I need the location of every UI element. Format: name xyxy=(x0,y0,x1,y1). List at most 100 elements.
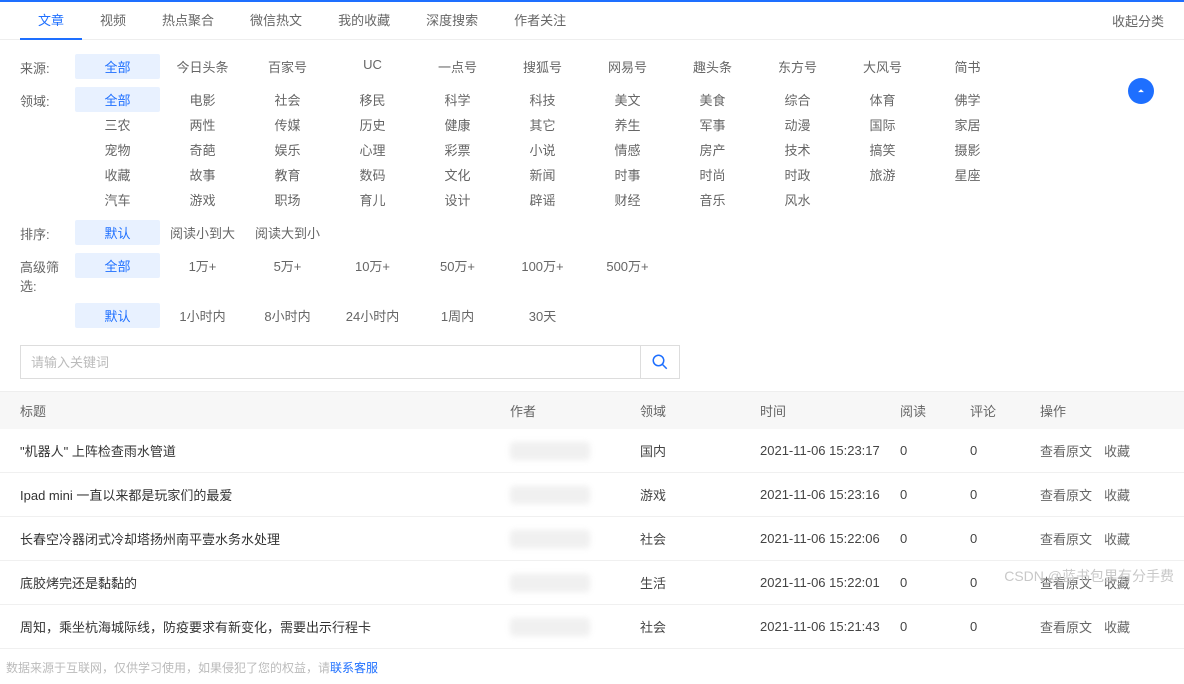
adv-read-opt-1[interactable]: 5万+ xyxy=(245,253,330,278)
domain-opt-12[interactable]: 传媒 xyxy=(245,112,330,137)
tab-2[interactable]: 热点聚合 xyxy=(144,2,232,40)
adv-read-opt-5[interactable]: 500万+ xyxy=(585,253,670,278)
domain-opt-22[interactable]: 奇葩 xyxy=(160,137,245,162)
domain-opt-7[interactable]: 综合 xyxy=(755,87,840,112)
source-opt-1[interactable]: 百家号 xyxy=(245,54,330,79)
adv-read-opt-2[interactable]: 10万+ xyxy=(330,253,415,278)
sort-opt-default[interactable]: 默认 xyxy=(75,220,160,245)
source-opt-9[interactable]: 简书 xyxy=(925,54,1010,79)
search-input[interactable] xyxy=(20,345,640,379)
domain-opt-1[interactable]: 社会 xyxy=(245,87,330,112)
domain-opt-9[interactable]: 佛学 xyxy=(925,87,1010,112)
favorite-link[interactable]: 收藏 xyxy=(1104,488,1130,503)
domain-opt-4[interactable]: 科技 xyxy=(500,87,585,112)
source-opt-4[interactable]: 搜狐号 xyxy=(500,54,585,79)
domain-opt-36[interactable]: 文化 xyxy=(415,162,500,187)
domain-opt-51[interactable]: 风水 xyxy=(755,187,840,212)
domain-opt-46[interactable]: 育儿 xyxy=(330,187,415,212)
domain-opt-5[interactable]: 美文 xyxy=(585,87,670,112)
domain-opt-all[interactable]: 全部 xyxy=(75,87,160,112)
domain-opt-45[interactable]: 职场 xyxy=(245,187,330,212)
adv-read-opt-0[interactable]: 1万+ xyxy=(160,253,245,278)
domain-opt-2[interactable]: 移民 xyxy=(330,87,415,112)
adv-time-default[interactable]: 默认 xyxy=(75,303,160,328)
domain-opt-6[interactable]: 美食 xyxy=(670,87,755,112)
adv-opt-all[interactable]: 全部 xyxy=(75,253,160,278)
domain-opt-39[interactable]: 时尚 xyxy=(670,162,755,187)
domain-opt-41[interactable]: 旅游 xyxy=(840,162,925,187)
domain-opt-50[interactable]: 音乐 xyxy=(670,187,755,212)
domain-opt-37[interactable]: 新闻 xyxy=(500,162,585,187)
domain-opt-13[interactable]: 历史 xyxy=(330,112,415,137)
view-original-link[interactable]: 查看原文 xyxy=(1040,444,1092,459)
domain-opt-15[interactable]: 其它 xyxy=(500,112,585,137)
tab-6[interactable]: 作者关注 xyxy=(496,2,584,40)
domain-opt-26[interactable]: 小说 xyxy=(500,137,585,162)
view-original-link[interactable]: 查看原文 xyxy=(1040,532,1092,547)
domain-opt-14[interactable]: 健康 xyxy=(415,112,500,137)
contact-link[interactable]: 联系客服 xyxy=(330,659,378,676)
source-opt-all[interactable]: 全部 xyxy=(75,54,160,79)
source-opt-8[interactable]: 大风号 xyxy=(840,54,925,79)
source-opt-3[interactable]: 一点号 xyxy=(415,54,500,79)
adv-time-opt-2[interactable]: 24小时内 xyxy=(330,303,415,328)
domain-opt-48[interactable]: 辟谣 xyxy=(500,187,585,212)
sort-opt-0[interactable]: 阅读小到大 xyxy=(160,220,245,245)
domain-opt-21[interactable]: 宠物 xyxy=(75,137,160,162)
domain-opt-40[interactable]: 时政 xyxy=(755,162,840,187)
source-opt-2[interactable]: UC xyxy=(330,54,415,79)
adv-read-opt-3[interactable]: 50万+ xyxy=(415,253,500,278)
adv-time-opt-1[interactable]: 8小时内 xyxy=(245,303,330,328)
source-opt-7[interactable]: 东方号 xyxy=(755,54,840,79)
cell-title[interactable]: 长春空冷器闭式冷却塔扬州南平壹水务水处理 xyxy=(20,529,510,548)
domain-opt-24[interactable]: 心理 xyxy=(330,137,415,162)
domain-opt-35[interactable]: 数码 xyxy=(330,162,415,187)
domain-opt-43[interactable]: 汽车 xyxy=(75,187,160,212)
domain-opt-16[interactable]: 养生 xyxy=(585,112,670,137)
domain-opt-25[interactable]: 彩票 xyxy=(415,137,500,162)
domain-opt-47[interactable]: 设计 xyxy=(415,187,500,212)
domain-opt-27[interactable]: 情感 xyxy=(585,137,670,162)
tab-3[interactable]: 微信热文 xyxy=(232,2,320,40)
adv-time-opt-0[interactable]: 1小时内 xyxy=(160,303,245,328)
view-original-link[interactable]: 查看原文 xyxy=(1040,620,1092,635)
domain-opt-34[interactable]: 教育 xyxy=(245,162,330,187)
search-button[interactable] xyxy=(640,345,680,379)
sort-opt-1[interactable]: 阅读大到小 xyxy=(245,220,330,245)
domain-opt-17[interactable]: 军事 xyxy=(670,112,755,137)
favorite-link[interactable]: 收藏 xyxy=(1104,532,1130,547)
domain-opt-23[interactable]: 娱乐 xyxy=(245,137,330,162)
domain-opt-18[interactable]: 动漫 xyxy=(755,112,840,137)
domain-opt-32[interactable]: 收藏 xyxy=(75,162,160,187)
domain-opt-20[interactable]: 家居 xyxy=(925,112,1010,137)
adv-read-opt-4[interactable]: 100万+ xyxy=(500,253,585,278)
domain-opt-49[interactable]: 财经 xyxy=(585,187,670,212)
adv-time-opt-3[interactable]: 1周内 xyxy=(415,303,500,328)
tab-5[interactable]: 深度搜索 xyxy=(408,2,496,40)
tab-4[interactable]: 我的收藏 xyxy=(320,2,408,40)
adv-time-opt-4[interactable]: 30天 xyxy=(500,303,585,328)
favorite-link[interactable]: 收藏 xyxy=(1104,620,1130,635)
domain-opt-11[interactable]: 两性 xyxy=(160,112,245,137)
source-opt-5[interactable]: 网易号 xyxy=(585,54,670,79)
cell-title[interactable]: Ipad mini 一直以来都是玩家们的最爱 xyxy=(20,485,510,504)
cell-title[interactable]: "机器人" 上阵检查雨水管道 xyxy=(20,441,510,460)
favorite-link[interactable]: 收藏 xyxy=(1104,444,1130,459)
collapse-categories-link[interactable]: 收起分类 xyxy=(1112,11,1164,30)
domain-opt-31[interactable]: 摄影 xyxy=(925,137,1010,162)
domain-opt-8[interactable]: 体育 xyxy=(840,87,925,112)
source-opt-0[interactable]: 今日头条 xyxy=(160,54,245,79)
domain-opt-29[interactable]: 技术 xyxy=(755,137,840,162)
domain-opt-28[interactable]: 房产 xyxy=(670,137,755,162)
source-opt-6[interactable]: 趣头条 xyxy=(670,54,755,79)
domain-opt-38[interactable]: 时事 xyxy=(585,162,670,187)
domain-opt-42[interactable]: 星座 xyxy=(925,162,1010,187)
cell-title[interactable]: 周知，乘坐杭海城际线，防疫要求有新变化，需要出示行程卡 xyxy=(20,617,510,636)
view-original-link[interactable]: 查看原文 xyxy=(1040,488,1092,503)
tab-1[interactable]: 视频 xyxy=(82,2,144,40)
tab-0[interactable]: 文章 xyxy=(20,2,82,40)
scroll-up-button[interactable] xyxy=(1128,78,1154,104)
cell-title[interactable]: 底胶烤完还是黏黏的 xyxy=(20,573,510,592)
domain-opt-0[interactable]: 电影 xyxy=(160,87,245,112)
domain-opt-33[interactable]: 故事 xyxy=(160,162,245,187)
